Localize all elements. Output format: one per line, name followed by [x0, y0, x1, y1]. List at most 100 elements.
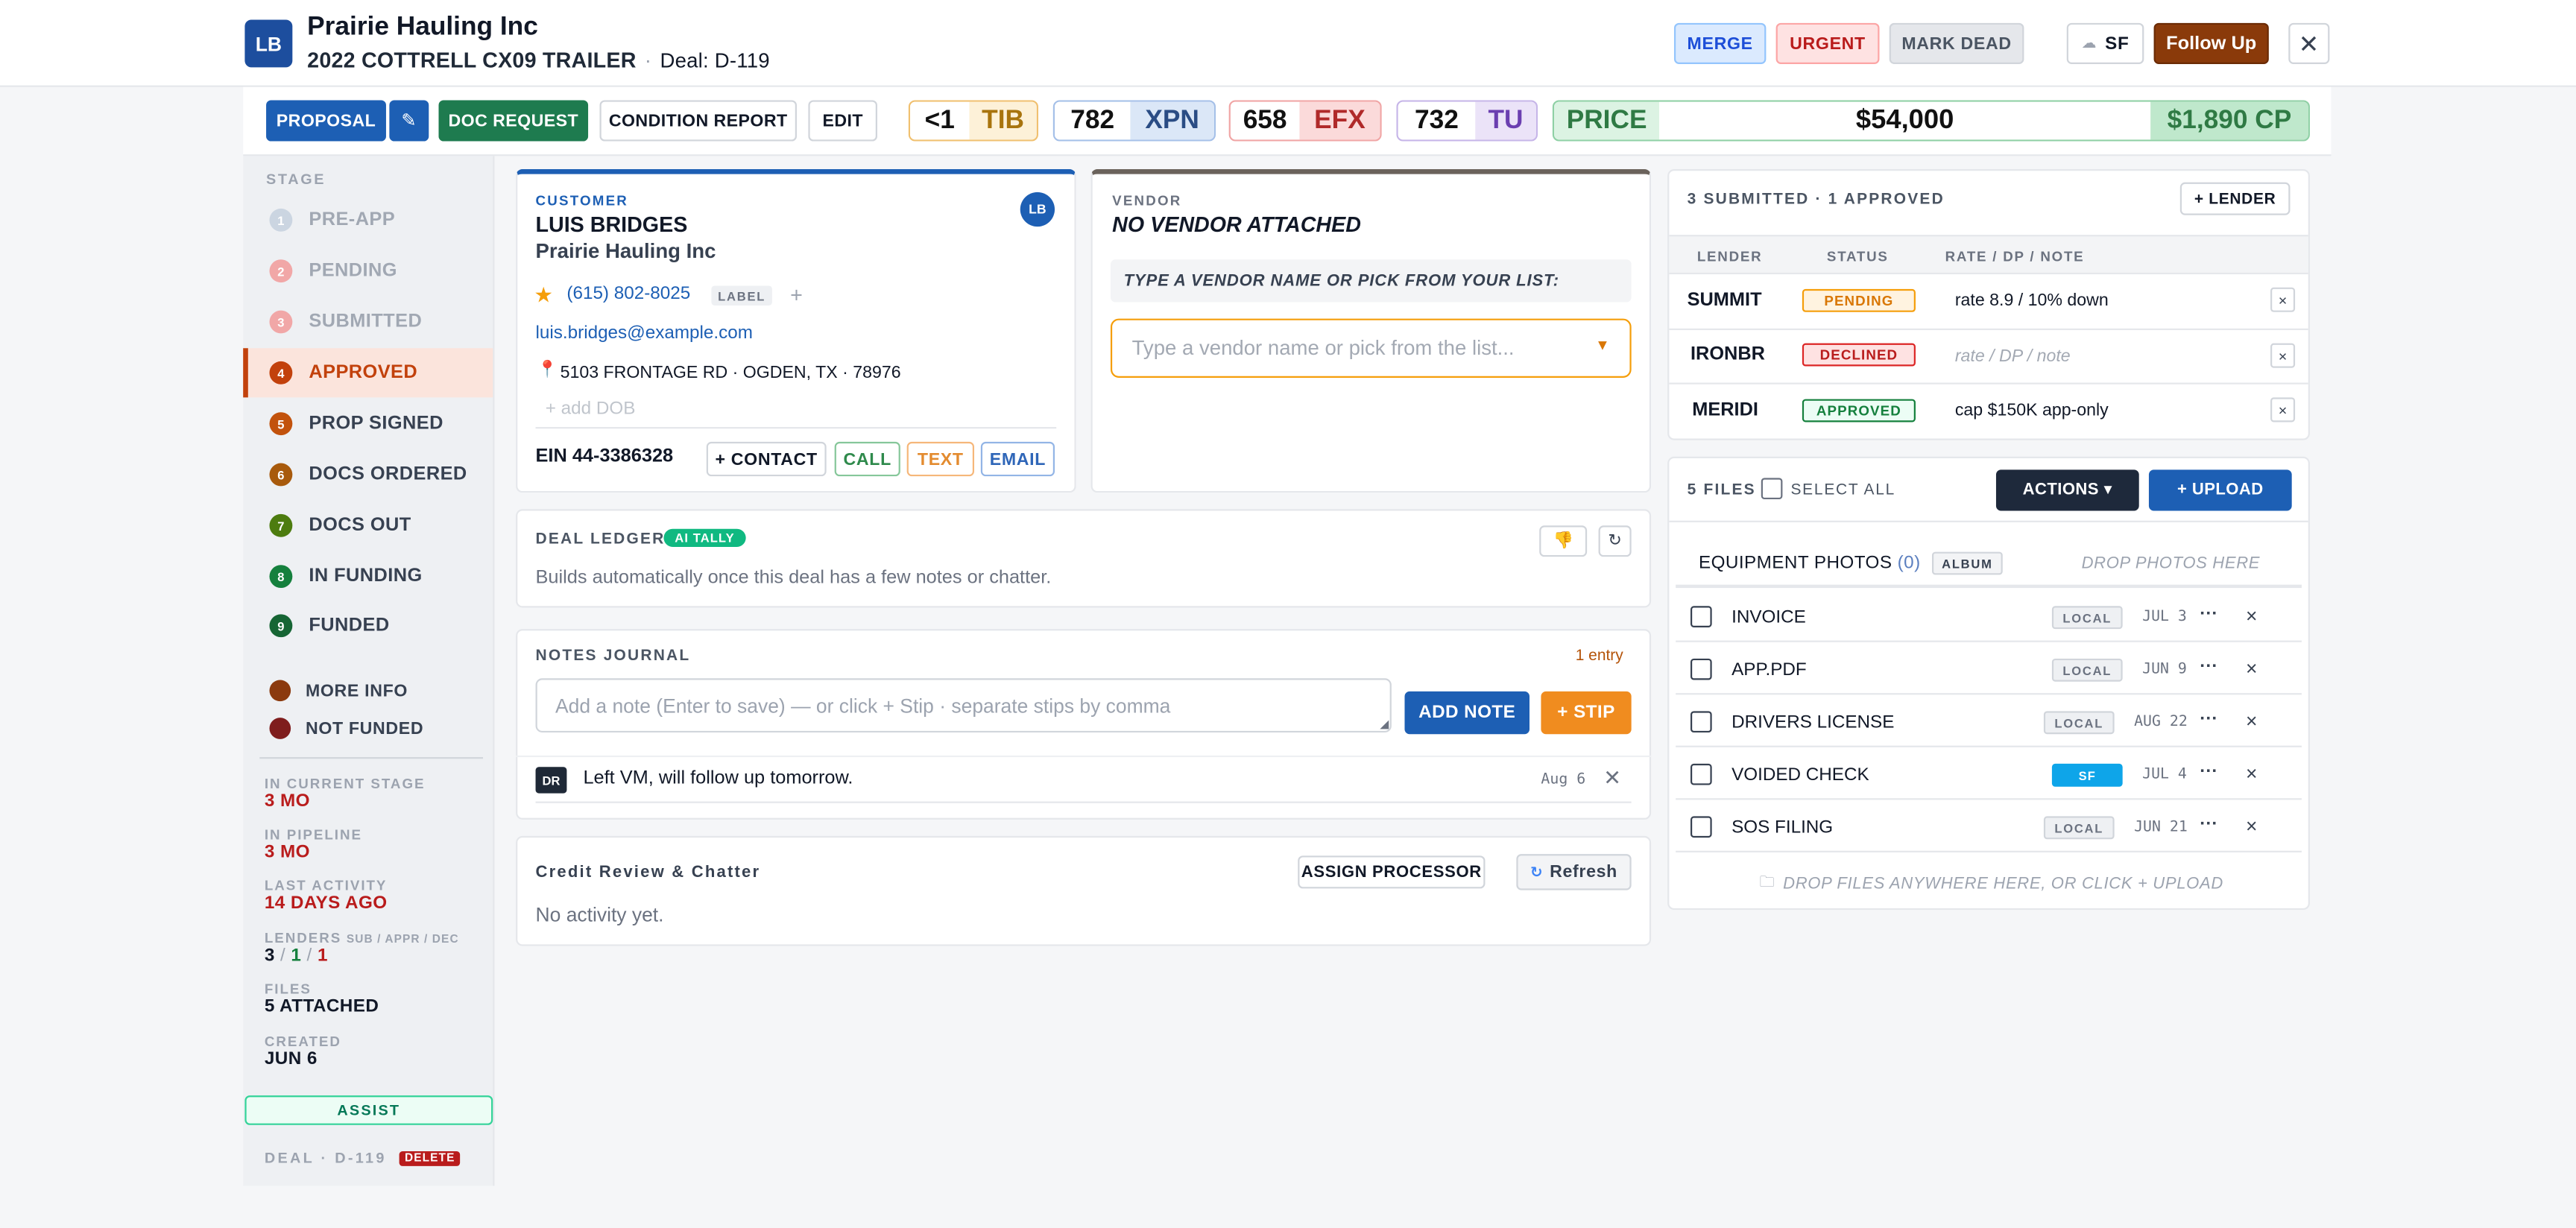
proposal-button[interactable]: PROPOSAL: [266, 100, 386, 142]
stage-label: PRE-APP: [309, 210, 396, 230]
add-lender-button[interactable]: + LENDER: [2179, 182, 2291, 215]
more-info-option[interactable]: MORE INFO: [269, 680, 408, 702]
refresh-button[interactable]: ↻ Refresh: [1516, 854, 1632, 890]
customer-phone[interactable]: (615) 802-8025: [566, 284, 690, 303]
vendor-section-label: VENDOR: [1112, 192, 1182, 209]
file-checkbox[interactable]: [1690, 711, 1712, 733]
thumbs-down-icon[interactable]: 👎: [1539, 525, 1588, 557]
file-checkbox[interactable]: [1690, 606, 1712, 627]
add-note-button[interactable]: ADD NOTE: [1404, 691, 1530, 735]
stage-in-funding[interactable]: 8 IN FUNDING: [243, 552, 493, 601]
efx-label: EFX: [1299, 101, 1380, 140]
delete-deal-button[interactable]: DELETE: [400, 1150, 461, 1165]
file-checkbox[interactable]: [1690, 816, 1712, 838]
remove-lender-icon[interactable]: ×: [2270, 397, 2296, 422]
stage-prop-signed[interactable]: 5 PROP SIGNED: [243, 399, 493, 449]
lender-note[interactable]: rate 8.9 / 10% down: [1955, 291, 2109, 310]
add-dob-button[interactable]: + add DOB: [546, 399, 636, 419]
status-badge[interactable]: DECLINED: [1802, 343, 1916, 367]
add-contact-button[interactable]: + CONTACT: [706, 441, 827, 477]
customer-email[interactable]: luis.bridges@example.com: [536, 323, 753, 343]
price-bar[interactable]: PRICE $54,000 $1,890 CP: [1552, 100, 2310, 142]
add-phone-button[interactable]: +: [790, 282, 803, 307]
file-more-icon[interactable]: ···: [2200, 657, 2217, 677]
upload-button[interactable]: + UPLOAD: [2148, 469, 2292, 511]
notes-divider: [516, 755, 1652, 758]
refresh-icon[interactable]: ↻: [1598, 525, 1632, 557]
file-remove-icon[interactable]: ×: [2246, 814, 2257, 838]
add-stip-button[interactable]: + STIP: [1541, 691, 1632, 735]
file-date: JUL 3: [2142, 609, 2187, 626]
status-badge[interactable]: PENDING: [1802, 288, 1916, 312]
follow-up-button[interactable]: Follow Up: [2153, 22, 2269, 64]
edit-proposal-icon[interactable]: ✎: [389, 100, 429, 142]
file-remove-icon[interactable]: ×: [2246, 762, 2257, 785]
file-name[interactable]: INVOICE: [1731, 608, 1806, 627]
urgent-button[interactable]: URGENT: [1775, 22, 1880, 64]
star-icon[interactable]: ★: [534, 282, 553, 308]
select-all-label[interactable]: SELECT ALL: [1790, 481, 1895, 499]
email-button[interactable]: EMAIL: [980, 441, 1055, 477]
file-checkbox[interactable]: [1690, 763, 1712, 785]
drop-files-zone[interactable]: 🗀 DROP FILES ANYWHERE HERE, OR CLICK + UP…: [1760, 870, 2223, 896]
text-button[interactable]: TEXT: [906, 441, 975, 477]
remove-lender-icon[interactable]: ×: [2270, 287, 2296, 312]
doc-request-button[interactable]: DOC REQUEST: [438, 100, 589, 142]
stage-docs-ordered[interactable]: 6 DOCS ORDERED: [243, 450, 493, 499]
lender-name: MERIDI: [1692, 400, 1758, 421]
file-more-icon[interactable]: ···: [2200, 604, 2217, 624]
actions-menu-button[interactable]: ACTIONS ▾: [1995, 469, 2139, 511]
note-input[interactable]: Add a note (Enter to save) — or click + …: [535, 678, 1392, 733]
customer-avatar: LB: [1020, 192, 1055, 227]
stage-pre-app[interactable]: 1 PRE-APP: [243, 195, 493, 244]
not-funded-option[interactable]: NOT FUNDED: [269, 718, 423, 739]
salesforce-button[interactable]: ☁ SF: [2066, 22, 2144, 64]
chevron-down-icon[interactable]: ▼: [1595, 337, 1610, 353]
stage-label: PROP SIGNED: [309, 414, 443, 434]
file-name[interactable]: SOS FILING: [1731, 818, 1833, 838]
file-date: JUL 4: [2142, 767, 2187, 784]
lenders-stat-value: 3 / 1 / 1: [265, 946, 328, 966]
status-badge[interactable]: APPROVED: [1802, 399, 1916, 422]
phone-label-tag[interactable]: LABEL: [711, 285, 772, 306]
stage-label: APPROVED: [309, 363, 418, 383]
select-all-checkbox[interactable]: [1761, 478, 1783, 500]
stage-pending[interactable]: 2 PENDING: [243, 247, 493, 296]
drop-photos-zone[interactable]: DROP PHOTOS HERE: [2082, 555, 2261, 573]
assign-processor-button[interactable]: ASSIGN PROCESSOR: [1298, 855, 1486, 889]
stage-approved[interactable]: 4 APPROVED: [243, 348, 493, 398]
file-name[interactable]: APP.PDF: [1731, 660, 1807, 680]
close-icon[interactable]: ✕: [2288, 22, 2330, 64]
lender-note[interactable]: cap $150K app-only: [1955, 401, 2109, 420]
file-remove-icon[interactable]: ×: [2246, 709, 2257, 732]
call-button[interactable]: CALL: [834, 441, 900, 477]
stage-submitted[interactable]: 3 SUBMITTED: [243, 297, 493, 346]
vendor-input[interactable]: Type a vendor name or pick from the list…: [1110, 318, 1632, 378]
stage-funded[interactable]: 9 FUNDED: [243, 601, 493, 651]
file-name[interactable]: DRIVERS LICENSE: [1731, 713, 1894, 732]
file-more-icon[interactable]: ···: [2200, 709, 2217, 729]
assist-button[interactable]: ASSIST: [244, 1095, 493, 1125]
files-stat-label: FILES: [264, 980, 312, 997]
album-button[interactable]: ALBUM: [1931, 551, 2003, 575]
file-remove-icon[interactable]: ×: [2246, 604, 2257, 627]
file-checkbox[interactable]: [1690, 658, 1712, 680]
price-value: $54,000: [1659, 101, 2151, 140]
file-name[interactable]: VOIDED CHECK: [1731, 765, 1869, 785]
remove-lender-icon[interactable]: ×: [2270, 343, 2296, 368]
lenders-stat-title: LENDERS: [264, 929, 342, 946]
lender-note-placeholder[interactable]: rate / DP / note: [1955, 346, 2071, 366]
merge-button[interactable]: MERGE: [1673, 22, 1767, 64]
stage-docs-out[interactable]: 7 DOCS OUT: [243, 501, 493, 550]
condition-report-button[interactable]: CONDITION REPORT: [599, 100, 797, 142]
file-remove-icon[interactable]: ×: [2246, 657, 2257, 680]
last-activity-value: 14 DAYS AGO: [264, 893, 388, 914]
file-more-icon[interactable]: ···: [2200, 814, 2217, 834]
edit-button[interactable]: EDIT: [808, 100, 877, 142]
stage-label: FUNDED: [309, 615, 390, 636]
file-more-icon[interactable]: ···: [2200, 762, 2217, 782]
delete-note-icon[interactable]: ✕: [1603, 765, 1621, 791]
deal-footer: DEAL · D-119 DELETE: [265, 1150, 461, 1166]
mark-dead-button[interactable]: MARK DEAD: [1889, 22, 2024, 64]
resize-handle-icon[interactable]: ◢: [1380, 718, 1389, 730]
